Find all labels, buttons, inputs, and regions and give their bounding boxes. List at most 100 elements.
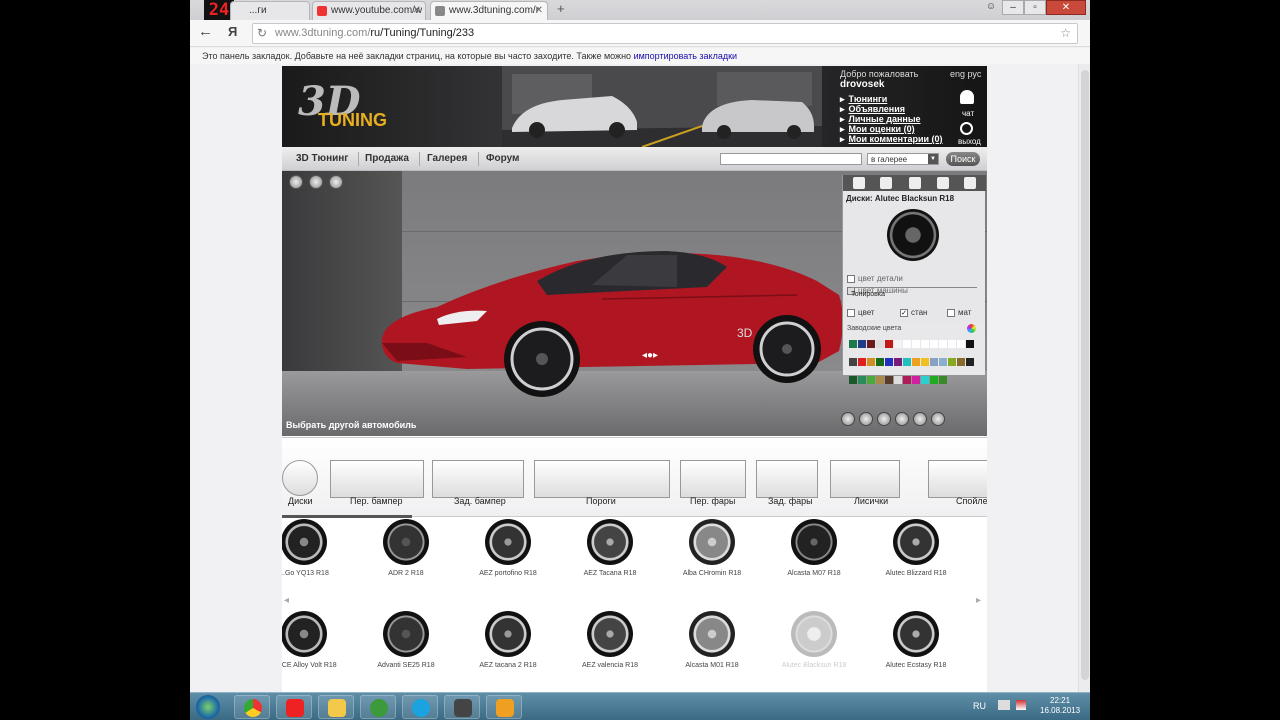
language-indicator[interactable]: RU: [973, 701, 986, 711]
undo-icon[interactable]: [309, 175, 323, 189]
reload-icon[interactable]: ↻: [257, 26, 267, 40]
wheel-item[interactable]: AEZ valencia R18: [560, 611, 660, 691]
color-swatch[interactable]: [885, 376, 893, 384]
tint-matte-checkbox[interactable]: [947, 309, 955, 317]
color-swatch[interactable]: [966, 340, 974, 348]
new-tab-icon[interactable]: +: [557, 1, 565, 16]
color-swatch[interactable]: [894, 340, 902, 348]
photo-icon[interactable]: [937, 177, 949, 189]
color-swatch[interactable]: [966, 358, 974, 366]
nav-gallery[interactable]: Галерея: [427, 153, 467, 164]
color-swatch[interactable]: [948, 358, 956, 366]
settings-icon[interactable]: [329, 175, 343, 189]
color-swatch[interactable]: [867, 340, 875, 348]
rotate-control[interactable]: ◂●▸: [642, 350, 676, 362]
bookmark-star-icon[interactable]: ☆: [1060, 26, 1071, 40]
clock[interactable]: 22:21 16.08.2013: [1040, 696, 1080, 716]
view-up-icon[interactable]: [841, 412, 855, 426]
color-swatch[interactable]: [957, 358, 965, 366]
wheel-item[interactable]: Alcasta M07 R18: [764, 519, 864, 599]
start-button[interactable]: [196, 695, 220, 719]
wheel-item[interactable]: Alba CHromin R18: [662, 519, 762, 599]
color-swatch[interactable]: [939, 340, 947, 348]
color-swatch[interactable]: [921, 376, 929, 384]
color-swatch[interactable]: [894, 376, 902, 384]
flag-icon[interactable]: [1016, 700, 1026, 710]
tint-color-checkbox[interactable]: [847, 309, 855, 317]
wheel-item[interactable]: Alutec Ecstasy R18: [866, 611, 966, 691]
nav-sale[interactable]: Продажа: [365, 153, 409, 164]
network-icon[interactable]: [998, 700, 1010, 710]
color-swatch[interactable]: [930, 376, 938, 384]
download-icon[interactable]: [931, 412, 945, 426]
category-5[interactable]: Зад. фары: [756, 438, 828, 516]
close-window-icon[interactable]: ✕: [1046, 0, 1086, 15]
color-swatch[interactable]: [930, 358, 938, 366]
nav-3d-tuning[interactable]: 3D Тюнинг: [296, 153, 348, 164]
change-car-link[interactable]: Выбрать другой автомобиль: [286, 420, 416, 430]
yandex-icon[interactable]: Я: [228, 24, 237, 39]
tint-glass-checkbox[interactable]: ✓: [900, 309, 908, 317]
upload-icon[interactable]: [913, 412, 927, 426]
taskbar-skype[interactable]: [402, 695, 438, 719]
category-0[interactable]: Диски: [282, 438, 330, 516]
color-swatch[interactable]: [867, 358, 875, 366]
color-swatch[interactable]: [921, 358, 929, 366]
save-icon[interactable]: [289, 175, 303, 189]
view-right-icon[interactable]: [877, 412, 891, 426]
category-1[interactable]: Пер. бампер: [330, 438, 434, 516]
tab-youtube[interactable]: www.youtube.com/w ✕: [312, 1, 426, 20]
wheel-item[interactable]: ...Go YQ13 R18: [282, 519, 354, 599]
search-button[interactable]: Поиск: [946, 152, 980, 166]
taskbar-yandex[interactable]: [276, 695, 312, 719]
car-model-mitsubishi-eclipse[interactable]: 3D: [377, 239, 847, 399]
camera-icon[interactable]: [895, 412, 909, 426]
view-left-icon[interactable]: [859, 412, 873, 426]
color-swatch[interactable]: [939, 358, 947, 366]
sitemap-icon[interactable]: [964, 177, 976, 189]
wheel-item[interactable]: Alcasta M01 R18: [662, 611, 762, 691]
tab-1[interactable]: ...ги: [230, 1, 310, 20]
taskbar-chrome[interactable]: [234, 695, 270, 719]
color-swatch[interactable]: [903, 358, 911, 366]
maximize-icon[interactable]: ▫: [1024, 0, 1046, 15]
3d-viewer[interactable]: 3D ◂●▸ Выбрать другой автомобиль Диски: …: [282, 171, 987, 436]
nav-forum[interactable]: Форум: [486, 153, 519, 164]
color-swatch[interactable]: [858, 358, 866, 366]
close-tab-icon[interactable]: ✕: [535, 5, 543, 16]
power-icon[interactable]: [960, 122, 973, 135]
wheel-item[interactable]: ...ACE Alloy Volt R18: [282, 611, 354, 691]
color-swatch[interactable]: [939, 376, 947, 384]
color-swatch[interactable]: [930, 340, 938, 348]
3dtuning-logo[interactable]: 3D TUNING: [298, 78, 388, 133]
language-switch[interactable]: eng рус: [950, 69, 981, 79]
color-swatch[interactable]: [885, 358, 893, 366]
scroll-right-icon[interactable]: ▸: [976, 595, 981, 606]
color-swatch[interactable]: [876, 358, 884, 366]
page-scrollbar[interactable]: [1078, 64, 1090, 692]
address-bar[interactable]: ↻ www.3dtuning.com/ru/Tuning/Tuning/233 …: [252, 23, 1078, 44]
color-swatch[interactable]: [867, 376, 875, 384]
chat-label[interactable]: чат: [962, 109, 974, 118]
category-3[interactable]: Пороги: [534, 438, 680, 516]
scrollbar-thumb[interactable]: [1081, 70, 1089, 680]
wheel-item[interactable]: AEZ Tacana R18: [560, 519, 660, 599]
category-4[interactable]: Пер. фары: [680, 438, 756, 516]
color-swatch[interactable]: [858, 376, 866, 384]
wheel-item[interactable]: AEZ portofino R18: [458, 519, 558, 599]
wheel-item[interactable]: Advanti SE25 R18: [356, 611, 456, 691]
color-swatch[interactable]: [957, 340, 965, 348]
color-swatch[interactable]: [948, 340, 956, 348]
wheel-item[interactable]: AEZ tacana 2 R18: [458, 611, 558, 691]
category-7[interactable]: Спойлер: [928, 438, 987, 516]
taskbar-media[interactable]: [486, 695, 522, 719]
wheel-item[interactable]: ADR 2 R18: [356, 519, 456, 599]
import-bookmarks-link[interactable]: импортировать закладки: [634, 51, 738, 61]
category-6[interactable]: Лисички: [830, 438, 910, 516]
helmet-icon[interactable]: [909, 177, 921, 189]
color-swatch[interactable]: [903, 376, 911, 384]
color-swatch[interactable]: [903, 340, 911, 348]
color-wheel-icon[interactable]: [967, 324, 976, 333]
color-swatch[interactable]: [912, 376, 920, 384]
color-swatch[interactable]: [876, 340, 884, 348]
